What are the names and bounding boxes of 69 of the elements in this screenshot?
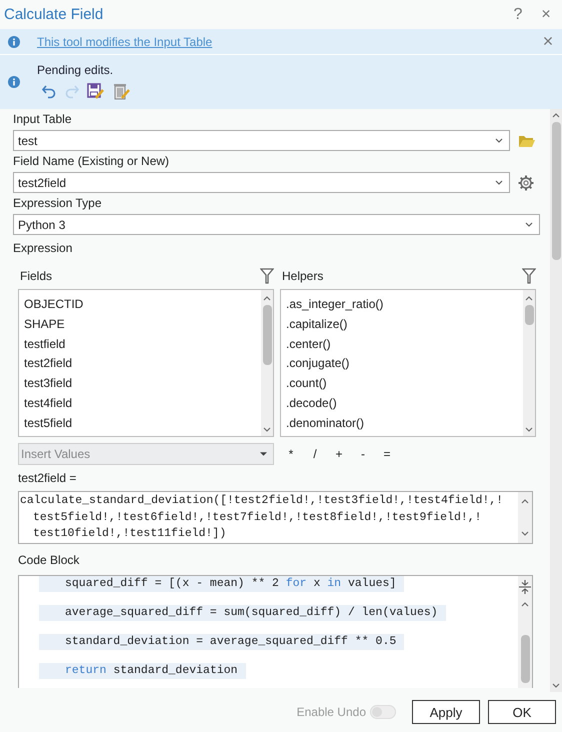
field-list-item[interactable]: test5field xyxy=(24,414,72,434)
field-list-item[interactable]: test4field xyxy=(24,394,72,414)
scroll-thumb[interactable] xyxy=(552,122,560,260)
field-name-dropdown[interactable]: test2field xyxy=(13,172,510,193)
field-label: Expression Type xyxy=(13,196,102,211)
close-button[interactable]: × xyxy=(536,31,560,52)
scroll-down-icon[interactable] xyxy=(525,427,533,432)
list-heading: Helpers xyxy=(282,269,324,283)
close-button[interactable]: × xyxy=(534,6,558,24)
list-heading: Fields xyxy=(20,269,52,283)
section-label: Expression xyxy=(13,241,72,256)
operator-button[interactable]: - xyxy=(358,447,368,461)
input-table-dropdown[interactable]: test xyxy=(13,130,510,151)
helper-list-item[interactable]: .capitalize() xyxy=(286,314,348,335)
help-button[interactable]: ? xyxy=(506,6,530,24)
scrollbar[interactable] xyxy=(261,290,273,436)
scroll-thumb[interactable] xyxy=(262,305,272,365)
chevron-down-icon xyxy=(525,222,533,227)
dialog-button[interactable]: Apply xyxy=(412,700,480,724)
helper-list-item[interactable]: .decode() xyxy=(286,394,337,414)
toggle-label: Enable Undo xyxy=(296,705,366,719)
section-label: Code Block xyxy=(17,553,80,568)
code-editor[interactable]: squared_diff = [(x - mean) ** 2 for x in values] average_squared_diff = sum(squared_diff) / len(values) standard_deviation = average_squared_diff ** 0.5 return standard_deviation xyxy=(18,575,533,688)
expression-label: test2field = xyxy=(17,471,76,486)
operator-button[interactable]: = xyxy=(382,447,392,461)
info-icon xyxy=(8,36,20,48)
expression-editor[interactable]: calculate_standard_deviation([!test2field!,!test3field!,!test4field!,! test5field!,!test6field!,!test7field!,!test8field!,!test9field!,! test10field!,!test11field!]) xyxy=(18,491,533,544)
helper-list-item[interactable]: .denominator() xyxy=(286,414,364,434)
field-list-item[interactable]: testfield xyxy=(24,334,66,354)
filter-icon[interactable] xyxy=(260,268,274,284)
scroll-down-icon[interactable] xyxy=(521,531,529,536)
scrollbar[interactable] xyxy=(523,290,535,436)
settings-icon[interactable] xyxy=(518,174,534,190)
field-label: Field Name (Existing or New) xyxy=(13,154,170,169)
chevron-down-icon xyxy=(495,180,503,185)
split-icon[interactable] xyxy=(519,580,531,594)
field-list-item[interactable]: OBJECTID xyxy=(24,295,84,315)
helper-list-item[interactable]: .count() xyxy=(286,374,327,394)
scroll-thumb[interactable] xyxy=(524,305,534,325)
expression-type-dropdown[interactable]: Python 3 xyxy=(13,214,540,235)
scrollbar[interactable] xyxy=(550,109,562,692)
helper-list-item[interactable]: .center() xyxy=(286,334,331,354)
scroll-up-icon[interactable] xyxy=(263,296,271,301)
helper-list-item[interactable]: .as_integer_ratio() xyxy=(286,295,384,315)
save-edit-icon[interactable] xyxy=(87,82,105,98)
operator-button[interactable]: + xyxy=(334,447,344,461)
dialog-button[interactable]: OK xyxy=(488,700,556,724)
filter-icon[interactable] xyxy=(522,268,536,284)
caret-icon xyxy=(260,452,267,456)
scroll-up-icon[interactable] xyxy=(552,113,560,118)
scroll-thumb[interactable] xyxy=(520,635,530,683)
operator-button[interactable]: / xyxy=(310,447,320,461)
operator-button[interactable]: * xyxy=(286,447,296,461)
field-label: Input Table xyxy=(13,112,72,127)
scroll-down-icon[interactable] xyxy=(263,427,271,432)
scroll-down-icon[interactable] xyxy=(552,683,560,688)
pending-message: Pending edits. xyxy=(37,62,114,76)
helper-list-item[interactable]: .conjugate() xyxy=(286,354,350,374)
field-list-item[interactable]: test3field xyxy=(24,374,72,394)
undo-icon[interactable] xyxy=(41,82,57,98)
chevron-down-icon xyxy=(495,138,503,143)
trash-edit-icon[interactable] xyxy=(112,82,130,100)
field-list-item[interactable]: SHAPE xyxy=(24,314,65,335)
field-list-item[interactable]: test2field xyxy=(24,354,72,374)
window-title: Calculate Field xyxy=(4,6,104,23)
scroll-up-icon[interactable] xyxy=(525,296,533,301)
scroll-up-icon[interactable] xyxy=(521,499,529,504)
scroll-up-icon[interactable] xyxy=(521,602,529,607)
info-icon xyxy=(8,76,20,88)
